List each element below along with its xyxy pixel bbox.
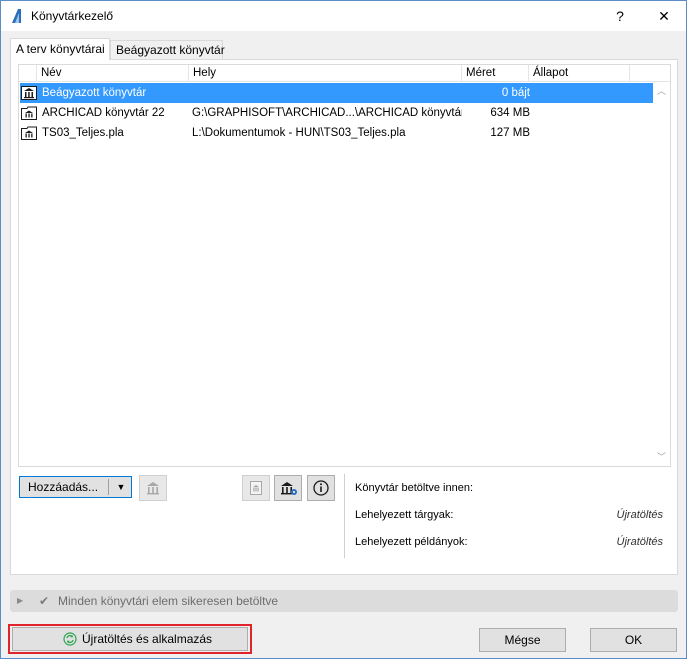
list-header: Név Hely Méret Állapot (19, 65, 670, 82)
library-size: 634 MB (490, 107, 530, 119)
list-item[interactable]: TS03_Teljes.pla L:\Dokumentumok - HUN\TS… (20, 123, 653, 143)
highlight-frame: Újratöltés és alkalmazás (8, 624, 252, 654)
expand-arrow-icon[interactable]: ▶ (17, 590, 23, 612)
column-location[interactable]: Hely (189, 65, 462, 82)
library-name: TS03_Teljes.pla (42, 127, 124, 139)
library-size: 127 MB (490, 127, 530, 139)
split-divider (108, 479, 109, 495)
add-library-label: Hozzáadás... (28, 480, 99, 494)
reload-and-apply-button[interactable]: Újratöltés és alkalmazás (12, 627, 248, 651)
remove-library-button[interactable] (139, 475, 167, 501)
window-title: Könyvtárkezelő (31, 9, 114, 23)
library-location: G:\GRAPHISOFT\ARCHICAD...\ARCHICAD könyv… (192, 107, 462, 119)
list-item[interactable]: ARCHICAD könyvtár 22 G:\GRAPHISOFT\ARCHI… (20, 103, 653, 123)
library-folder-icon (21, 106, 37, 120)
tab-embedded-library[interactable]: Beágyazott könyvtár (110, 40, 225, 60)
library-size: 0 bájt (501, 87, 530, 99)
title-bar: Könyvtárkezelő ? ✕ (1, 1, 686, 31)
reload-icon (63, 632, 77, 646)
tab-project-libraries[interactable]: A terv könyvtárai (10, 38, 110, 60)
library-location: L:\Dokumentumok - HUN\TS03_Teljes.pla (192, 127, 406, 139)
info-icon (313, 480, 329, 496)
library-list[interactable]: Név Hely Méret Állapot Beágyazott könyvt… (18, 64, 671, 467)
column-size[interactable]: Méret (462, 65, 529, 82)
placed-instances-label: Lehelyezett példányok: (355, 536, 468, 548)
library-package-button[interactable] (242, 475, 270, 501)
scroll-down-icon[interactable]: ﹀ (653, 449, 670, 466)
remove-library-icon (147, 482, 159, 495)
library-name: ARCHICAD könyvtár 22 (42, 107, 165, 119)
library-package-icon (250, 481, 262, 495)
placed-objects-label: Lehelyezett tárgyak: (355, 509, 454, 521)
column-status[interactable]: Állapot (529, 65, 630, 82)
info-button[interactable] (307, 475, 335, 501)
list-item[interactable]: Beágyazott könyvtár 0 bájt (20, 83, 653, 103)
archicad-app-icon (12, 9, 21, 23)
load-status-text: Minden könyvtári elem sikeresen betöltve (58, 594, 279, 608)
info-divider (344, 474, 345, 558)
library-name: Beágyazott könyvtár (42, 87, 147, 99)
library-settings-button[interactable] (274, 475, 302, 501)
list-scrollbar[interactable]: ︿ ﹀ (653, 83, 670, 466)
checkmark-icon: ✔ (39, 594, 50, 608)
column-icon (19, 65, 37, 82)
embedded-library-icon (21, 86, 37, 100)
column-name[interactable]: Név (37, 65, 189, 82)
library-manager-dialog: Könyvtárkezelő ? ✕ A terv könyvtárai Beá… (0, 0, 687, 659)
add-library-button[interactable]: Hozzáadás... ▼ (19, 476, 132, 498)
loaded-from-label: Könyvtár betöltve innen: (355, 482, 474, 494)
cancel-button[interactable]: Mégse (479, 628, 566, 652)
help-button[interactable]: ? (597, 1, 643, 31)
scroll-up-icon[interactable]: ︿ (653, 83, 670, 100)
library-settings-icon (281, 482, 297, 495)
chevron-down-icon[interactable]: ▼ (113, 477, 129, 497)
library-folder-icon (21, 126, 37, 140)
close-button[interactable]: ✕ (641, 1, 687, 31)
placed-instances-value: Újratöltés (616, 536, 663, 548)
reload-and-apply-label: Újratöltés és alkalmazás (82, 632, 213, 646)
load-status-bar[interactable]: ▶ ✔ Minden könyvtári elem sikeresen betö… (10, 590, 678, 612)
ok-button[interactable]: OK (590, 628, 677, 652)
placed-objects-value: Újratöltés (616, 509, 663, 521)
